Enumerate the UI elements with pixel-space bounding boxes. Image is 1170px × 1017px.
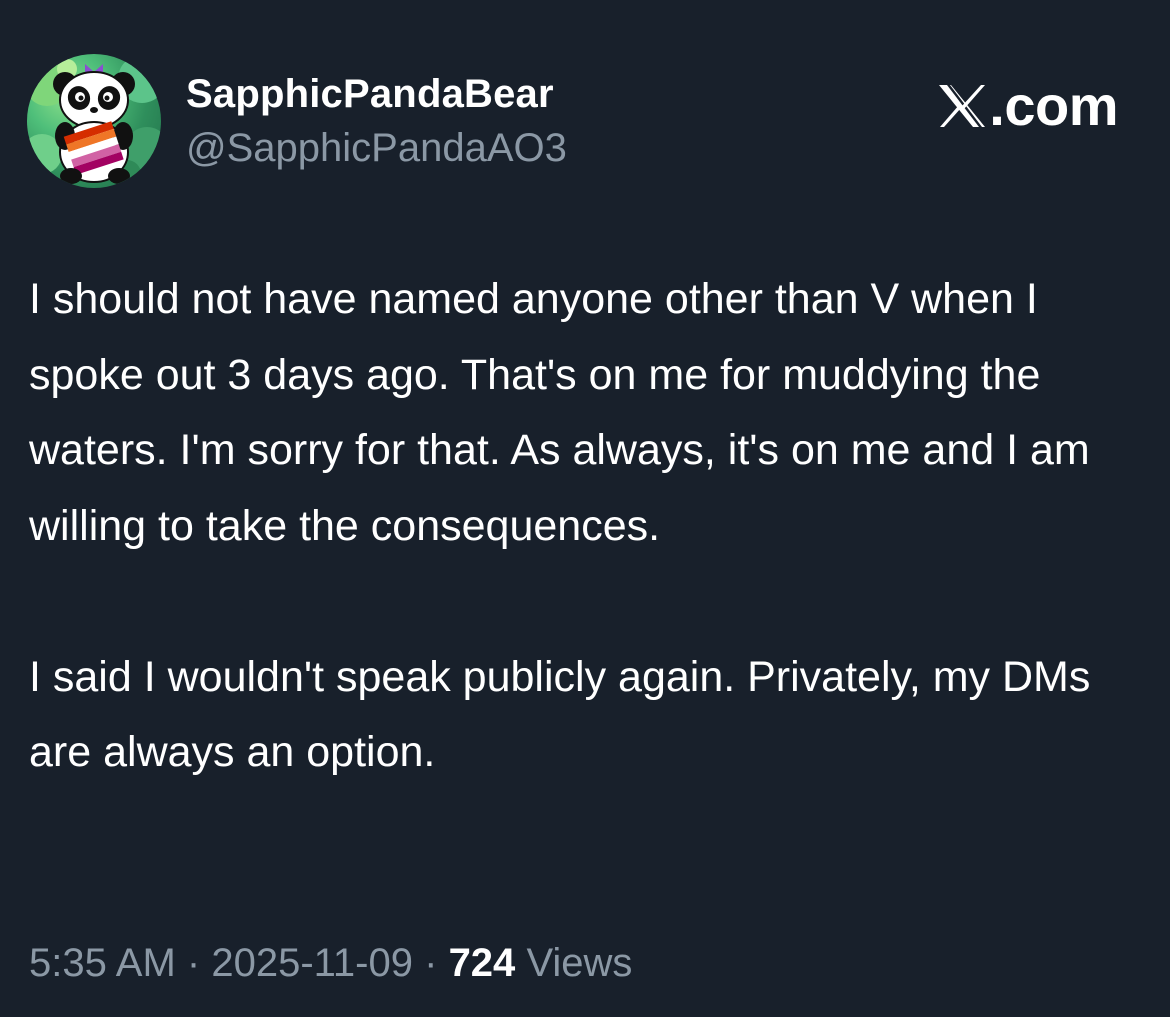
tweet-text: I should not have named anyone other tha… — [29, 262, 1139, 791]
avatar[interactable] — [27, 54, 161, 188]
x-logo-icon — [939, 85, 986, 127]
user-handle[interactable]: @SapphicPandaAO3 — [186, 124, 567, 172]
views-label: Views — [526, 941, 633, 985]
brand-domain: .com — [989, 74, 1118, 137]
tweet-time[interactable]: 5:35 AM — [29, 941, 176, 985]
tweet-meta: 5:35 AM · 2025-11-09 · 724 Views — [29, 938, 632, 988]
display-name[interactable]: SapphicPandaBear — [186, 70, 554, 118]
tweet-paragraph: I should not have named anyone other tha… — [29, 275, 1090, 550]
meta-separator: · — [424, 941, 438, 985]
tweet-paragraph: I said I wouldn't speak publicly again. … — [29, 652, 1091, 777]
tweet-card: SapphicPandaBear @SapphicPandaAO3 .com I… — [0, 0, 1170, 1017]
brand-logo[interactable]: .com — [937, 76, 1118, 136]
meta-separator: · — [186, 941, 201, 985]
tweet-date[interactable]: 2025-11-09 — [211, 941, 413, 985]
views-count: 724 — [448, 941, 516, 985]
panda-avatar-icon — [27, 55, 161, 188]
